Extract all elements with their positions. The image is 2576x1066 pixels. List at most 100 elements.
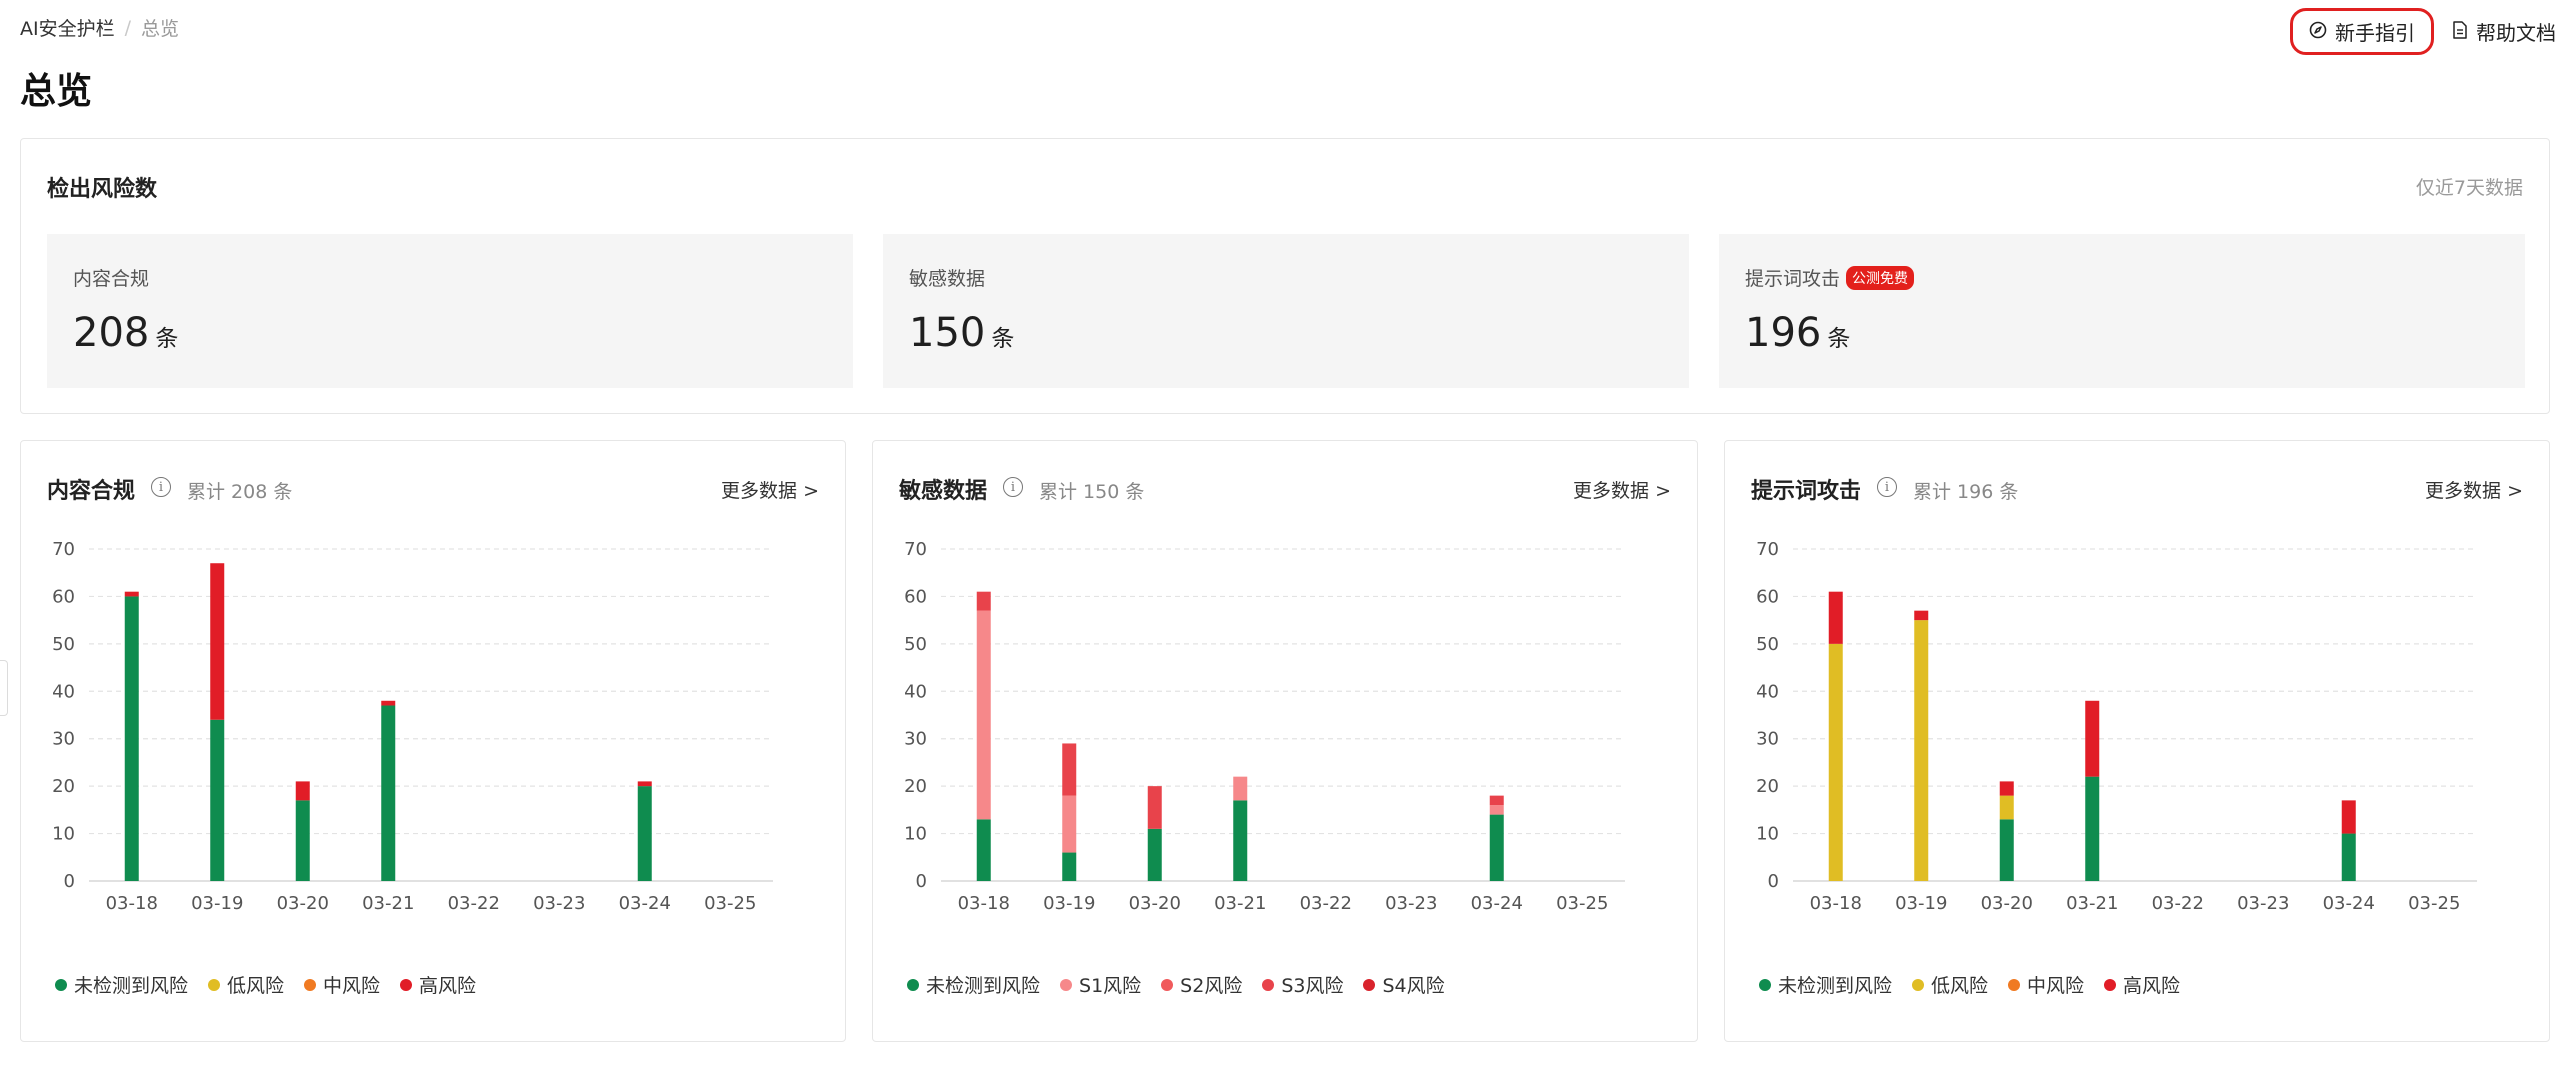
legend-item[interactable]: 高风险 — [400, 971, 476, 998]
legend-label: 中风险 — [323, 975, 381, 997]
chart-card-prompt-attack: 提示词攻击 i 累计 196 条 更多数据 > 0 10 20 30 40 50 60 70 0… — [1724, 440, 2550, 1042]
x-tick-label: 03-22 — [2152, 893, 2204, 914]
y-tick-label: 0 — [916, 871, 927, 892]
info-icon[interactable]: i — [1877, 477, 1897, 497]
legend-item[interactable]: 低风险 — [208, 971, 284, 998]
y-tick-label: 50 — [1756, 634, 1779, 655]
bar-segment — [1999, 795, 2014, 820]
legend-item[interactable]: 中风险 — [2008, 971, 2084, 998]
bar-segment — [1999, 781, 2014, 796]
bar-segment — [381, 705, 396, 881]
y-tick-label: 60 — [52, 586, 75, 607]
legend-item[interactable]: 高风险 — [2104, 971, 2180, 998]
chart-title: 敏感数据 — [899, 479, 988, 504]
stat-value: 208 — [73, 310, 150, 356]
stat-label: 敏感数据 — [909, 268, 986, 290]
chart-title: 内容合规 — [47, 479, 136, 504]
x-tick-label: 03-23 — [533, 893, 585, 914]
stat-sensitive-data: 敏感数据 150 条 — [883, 234, 1689, 388]
legend-swatch — [1060, 978, 1073, 991]
bar-segment — [124, 596, 139, 881]
y-tick-label: 20 — [1756, 776, 1779, 797]
legend-label: 低风险 — [1931, 975, 1989, 997]
stat-label: 内容合规 — [73, 268, 150, 290]
legend-label: 中风险 — [2027, 975, 2085, 997]
stat-label: 提示词攻击 — [1745, 268, 1841, 290]
legend-label: 未检测到风险 — [74, 975, 189, 997]
legend-item[interactable]: S1风险 — [1060, 971, 1141, 998]
legend-label: 高风险 — [419, 975, 477, 997]
breadcrumb-separator: / — [124, 16, 132, 39]
breadcrumb-root[interactable]: AI安全护栏 — [20, 14, 115, 41]
x-tick-label: 03-24 — [2323, 893, 2375, 914]
legend-label: S1风险 — [1079, 975, 1142, 997]
y-tick-label: 30 — [1756, 729, 1779, 750]
legend-label: 低风险 — [227, 975, 285, 997]
more-data-link[interactable]: 更多数据 > — [2425, 476, 2523, 503]
more-data-link[interactable]: 更多数据 > — [721, 476, 819, 503]
bar-segment — [1489, 795, 1504, 806]
info-icon[interactable]: i — [1003, 477, 1023, 497]
y-tick-label: 20 — [904, 776, 927, 797]
x-tick-label: 03-20 — [1981, 893, 2033, 914]
info-icon[interactable]: i — [151, 477, 171, 497]
public-beta-badge: 公测免费 — [1846, 265, 1915, 290]
legend-swatch — [1262, 978, 1275, 991]
bar-segment — [295, 800, 310, 881]
chart-card-content-compliance: 内容合规 i 累计 208 条 更多数据 > 0 10 20 30 40 50 60 70 03… — [20, 440, 846, 1042]
x-tick-label: 03-19 — [191, 893, 243, 914]
legend-item[interactable]: 未检测到风险 — [1759, 971, 1892, 998]
legend-swatch — [55, 978, 67, 991]
bar-segment — [1147, 786, 1162, 829]
stat-unit: 条 — [155, 326, 179, 352]
bar-segment — [1147, 828, 1162, 881]
x-tick-label: 03-24 — [619, 893, 671, 914]
legend-swatch — [907, 978, 919, 991]
help-docs-link[interactable]: 帮助文档 — [2452, 17, 2556, 46]
bar-segment — [1062, 795, 1077, 853]
legend-swatch — [400, 978, 413, 991]
bar-segment — [1062, 852, 1077, 881]
y-tick-label: 60 — [1756, 586, 1779, 607]
beginner-guide-label: 新手指引 — [2335, 21, 2415, 45]
y-tick-label: 70 — [52, 539, 75, 560]
top-actions: 新手指引 帮助文档 — [2290, 8, 2556, 55]
beginner-guide-button[interactable]: 新手指引 — [2290, 8, 2434, 55]
x-tick-label: 03-25 — [2408, 893, 2460, 914]
legend-item[interactable]: S3风险 — [1262, 971, 1343, 998]
x-tick-label: 03-21 — [2066, 893, 2118, 914]
risk-summary-card: 检出风险数 仅近7天数据 内容合规 208 条 敏感数据 150 条 提示词攻击 公测… — [20, 138, 2550, 414]
legend-item[interactable]: 低风险 — [1912, 971, 1988, 998]
legend-item[interactable]: S2风险 — [1161, 971, 1242, 998]
bar-segment — [1233, 776, 1248, 801]
y-tick-label: 10 — [1756, 824, 1779, 845]
legend-swatch — [1912, 978, 1925, 991]
bar-segment — [1489, 805, 1504, 815]
legend-item[interactable]: 中风险 — [304, 971, 380, 998]
legend-item[interactable]: 未检测到风险 — [907, 971, 1040, 998]
x-tick-label: 03-18 — [1810, 893, 1862, 914]
legend-swatch — [1363, 978, 1376, 991]
side-drawer-handle[interactable] — [0, 660, 8, 716]
legend-label: S2风险 — [1180, 975, 1243, 997]
bar-segment — [1914, 610, 1929, 621]
y-tick-label: 20 — [52, 776, 75, 797]
x-tick-label: 03-19 — [1043, 893, 1095, 914]
legend-label: S4风险 — [1382, 975, 1445, 997]
y-tick-label: 40 — [904, 681, 927, 702]
legend-item[interactable]: 未检测到风险 — [55, 971, 188, 998]
bar-segment — [1999, 819, 2014, 881]
y-tick-label: 50 — [904, 634, 927, 655]
bar-segment — [637, 781, 652, 787]
stat-unit: 条 — [991, 326, 1015, 352]
chart-prompt-attack: 0 10 20 30 40 50 60 70 03-18 03-19 03-20 03-21 03-22… — [1756, 539, 2477, 914]
y-tick-label: 50 — [52, 634, 75, 655]
more-data-link[interactable]: 更多数据 > — [1573, 476, 1671, 503]
help-docs-label: 帮助文档 — [2476, 21, 2556, 45]
legend-item[interactable]: S4风险 — [1363, 971, 1445, 998]
legend-swatch — [1161, 978, 1174, 991]
x-tick-label: 03-22 — [1300, 893, 1352, 914]
bar-segment — [1828, 591, 1843, 644]
stat-value: 196 — [1745, 310, 1822, 356]
bar-segment — [381, 700, 396, 706]
